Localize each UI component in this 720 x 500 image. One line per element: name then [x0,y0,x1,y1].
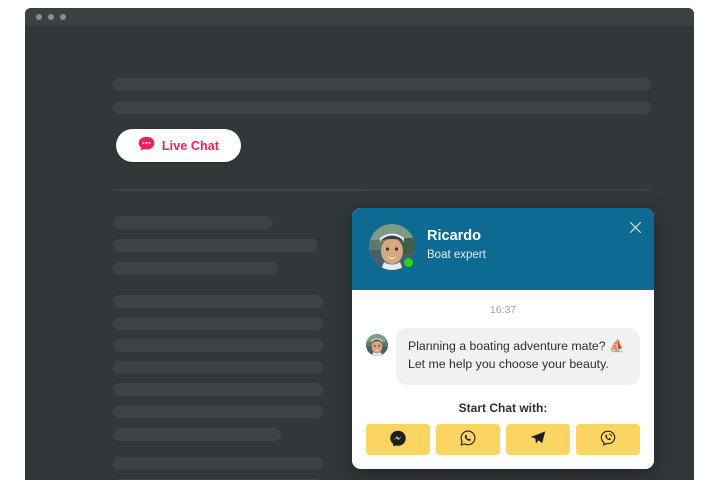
page-content: Live Chat Ricardo Boat expert 16:37 Plan… [25,26,694,480]
channel-button-viber[interactable] [576,423,640,455]
viber-icon [600,430,616,449]
placeholder-bar [113,428,281,441]
window-close-dot[interactable] [36,14,42,20]
chat-bubble-icon [138,136,155,155]
messenger-icon [390,430,406,449]
channel-button-whatsapp[interactable] [436,423,500,455]
placeholder-bar [113,262,278,275]
agent-name: Ricardo [427,228,481,244]
placeholder-bar [113,78,651,91]
placeholder-bar [113,317,323,330]
whatsapp-icon [460,430,476,449]
message-avatar [366,334,388,356]
agent-avatar-wrapper [369,224,415,270]
channel-button-telegram[interactable] [506,423,570,455]
chat-widget: Ricardo Boat expert 16:37 Planning a boa… [352,208,654,469]
placeholder-bar [113,239,318,252]
channel-button-messenger[interactable] [366,423,430,455]
message-text: Planning a boating adventure mate? ⛵ Let… [396,328,640,385]
browser-titlebar [25,8,694,26]
placeholder-bar [113,405,323,418]
message-timestamp: 16:37 [489,304,517,316]
placeholder-bar [113,216,273,229]
telegram-icon [530,430,546,448]
window-minimize-dot[interactable] [48,14,54,20]
start-chat-label: Start Chat with: [458,400,548,415]
message-row: Planning a boating adventure mate? ⛵ Let… [366,328,640,385]
agent-role: Boat expert [427,249,486,262]
chat-widget-body: 16:37 Planning a boating adventure mate?… [352,290,654,469]
window-maximize-dot[interactable] [60,14,66,20]
browser-window: Live Chat Ricardo Boat expert 16:37 Plan… [25,8,694,480]
placeholder-bar [113,339,323,352]
placeholder-bar [113,383,323,396]
online-status-indicator [403,257,414,268]
chat-widget-header: Ricardo Boat expert [352,208,654,290]
live-chat-button[interactable]: Live Chat [116,129,241,162]
agent-info: Ricardo Boat expert [427,224,486,263]
placeholder-bar [113,479,323,480]
placeholder-bar [113,295,323,308]
placeholder-bar [113,457,323,470]
channel-button-row [366,423,640,455]
content-divider [113,189,651,191]
live-chat-label: Live Chat [161,138,220,153]
placeholder-bar [113,101,651,114]
close-icon[interactable] [627,219,643,235]
placeholder-bar [113,361,323,374]
